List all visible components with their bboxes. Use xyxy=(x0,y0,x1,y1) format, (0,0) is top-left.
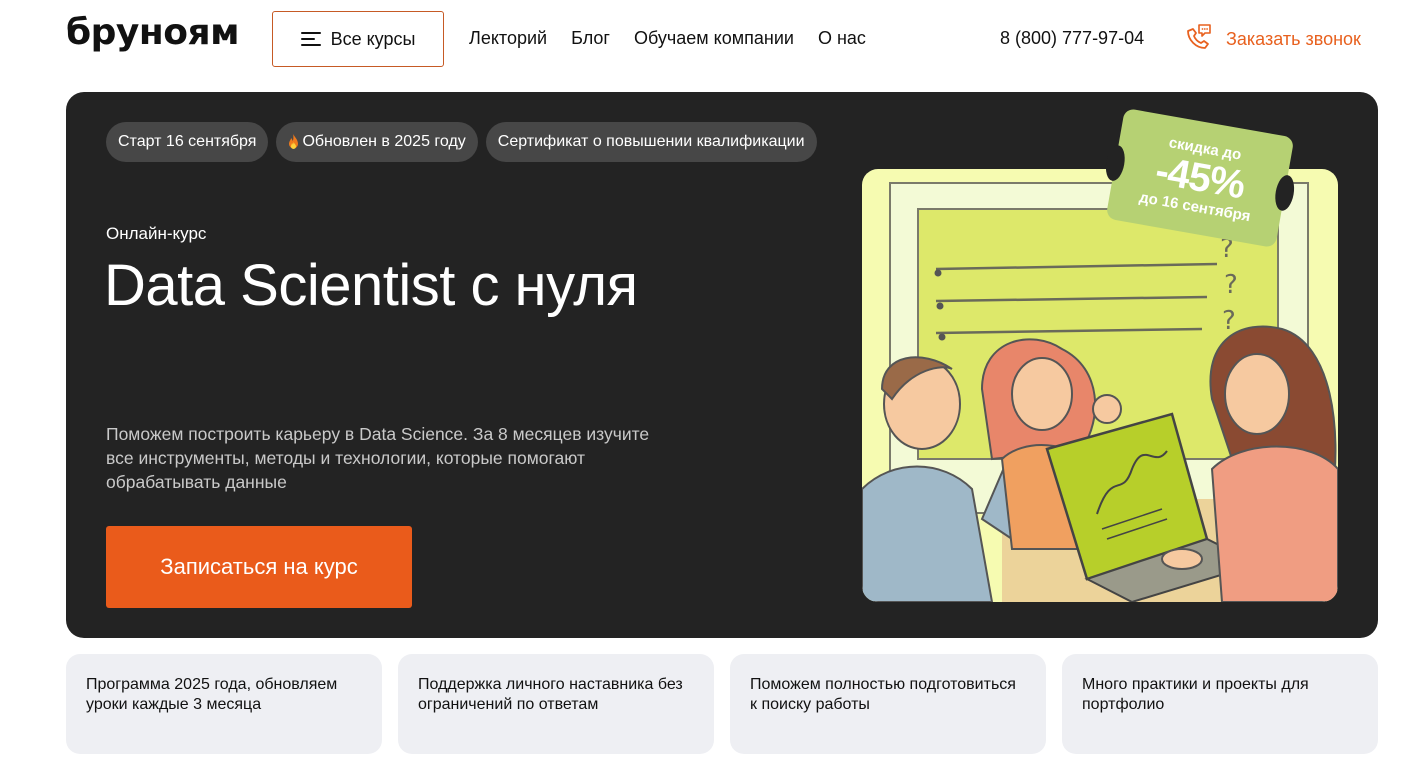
enroll-button[interactable]: Записаться на курс xyxy=(106,526,412,608)
callback-label: Заказать звонок xyxy=(1226,29,1361,49)
site-header: бруноям Все курсы Лекторий Блог Обучаем … xyxy=(0,0,1410,80)
nav-item-lectorium[interactable]: Лекторий xyxy=(469,28,547,49)
page-title: Data Scientist с нуля xyxy=(104,253,638,318)
all-courses-button[interactable]: Все курсы xyxy=(272,11,444,67)
callback-button[interactable]: Заказать звонок xyxy=(1184,22,1361,57)
menu-icon xyxy=(300,32,321,46)
tag-start-date-label: Старт 16 сентября xyxy=(118,133,257,150)
tag-updated: Обновлен в 2025 году xyxy=(276,122,478,162)
phone-number[interactable]: 8 (800) 777-97-04 xyxy=(1000,28,1144,49)
feature-card: Программа 2025 года, обновляем уроки каж… xyxy=(66,654,382,754)
course-description: Поможем построить карьеру в Data Science… xyxy=(106,424,650,492)
feature-card: Поможем полностью подготовиться к поиску… xyxy=(730,654,1046,754)
logo[interactable]: бруноям xyxy=(66,12,240,53)
nav-item-companies[interactable]: Обучаем компании xyxy=(634,28,794,49)
nav-item-blog[interactable]: Блог xyxy=(571,28,610,49)
svg-text:?: ? xyxy=(1224,270,1238,300)
feature-card: Поддержка личного наставника без огранич… xyxy=(398,654,714,754)
feature-card: Много практики и проекты для портфолио xyxy=(1062,654,1378,754)
nav-item-about[interactable]: О нас xyxy=(818,28,866,49)
features-list: Программа 2025 года, обновляем уроки каж… xyxy=(66,654,1378,754)
hero-section: Старт 16 сентября Обновлен в 2025 году С… xyxy=(66,92,1378,638)
all-courses-label: Все курсы xyxy=(330,28,416,49)
tag-updated-label: Обновлен в 2025 году xyxy=(302,133,466,150)
tag-certificate-label: Сертификат о повышении квалификации xyxy=(497,133,805,150)
phone-chat-icon xyxy=(1184,22,1214,57)
course-type: Онлайн-курс xyxy=(106,224,207,243)
main-nav: Лекторий Блог Обучаем компании О нас xyxy=(469,28,866,49)
hero-tags: Старт 16 сентября Обновлен в 2025 году С… xyxy=(106,122,817,162)
svg-text:?: ? xyxy=(1222,306,1236,336)
tag-certificate: Сертификат о повышении квалификации xyxy=(485,122,817,162)
fire-icon xyxy=(289,134,299,149)
tag-start-date: Старт 16 сентября xyxy=(106,122,269,162)
